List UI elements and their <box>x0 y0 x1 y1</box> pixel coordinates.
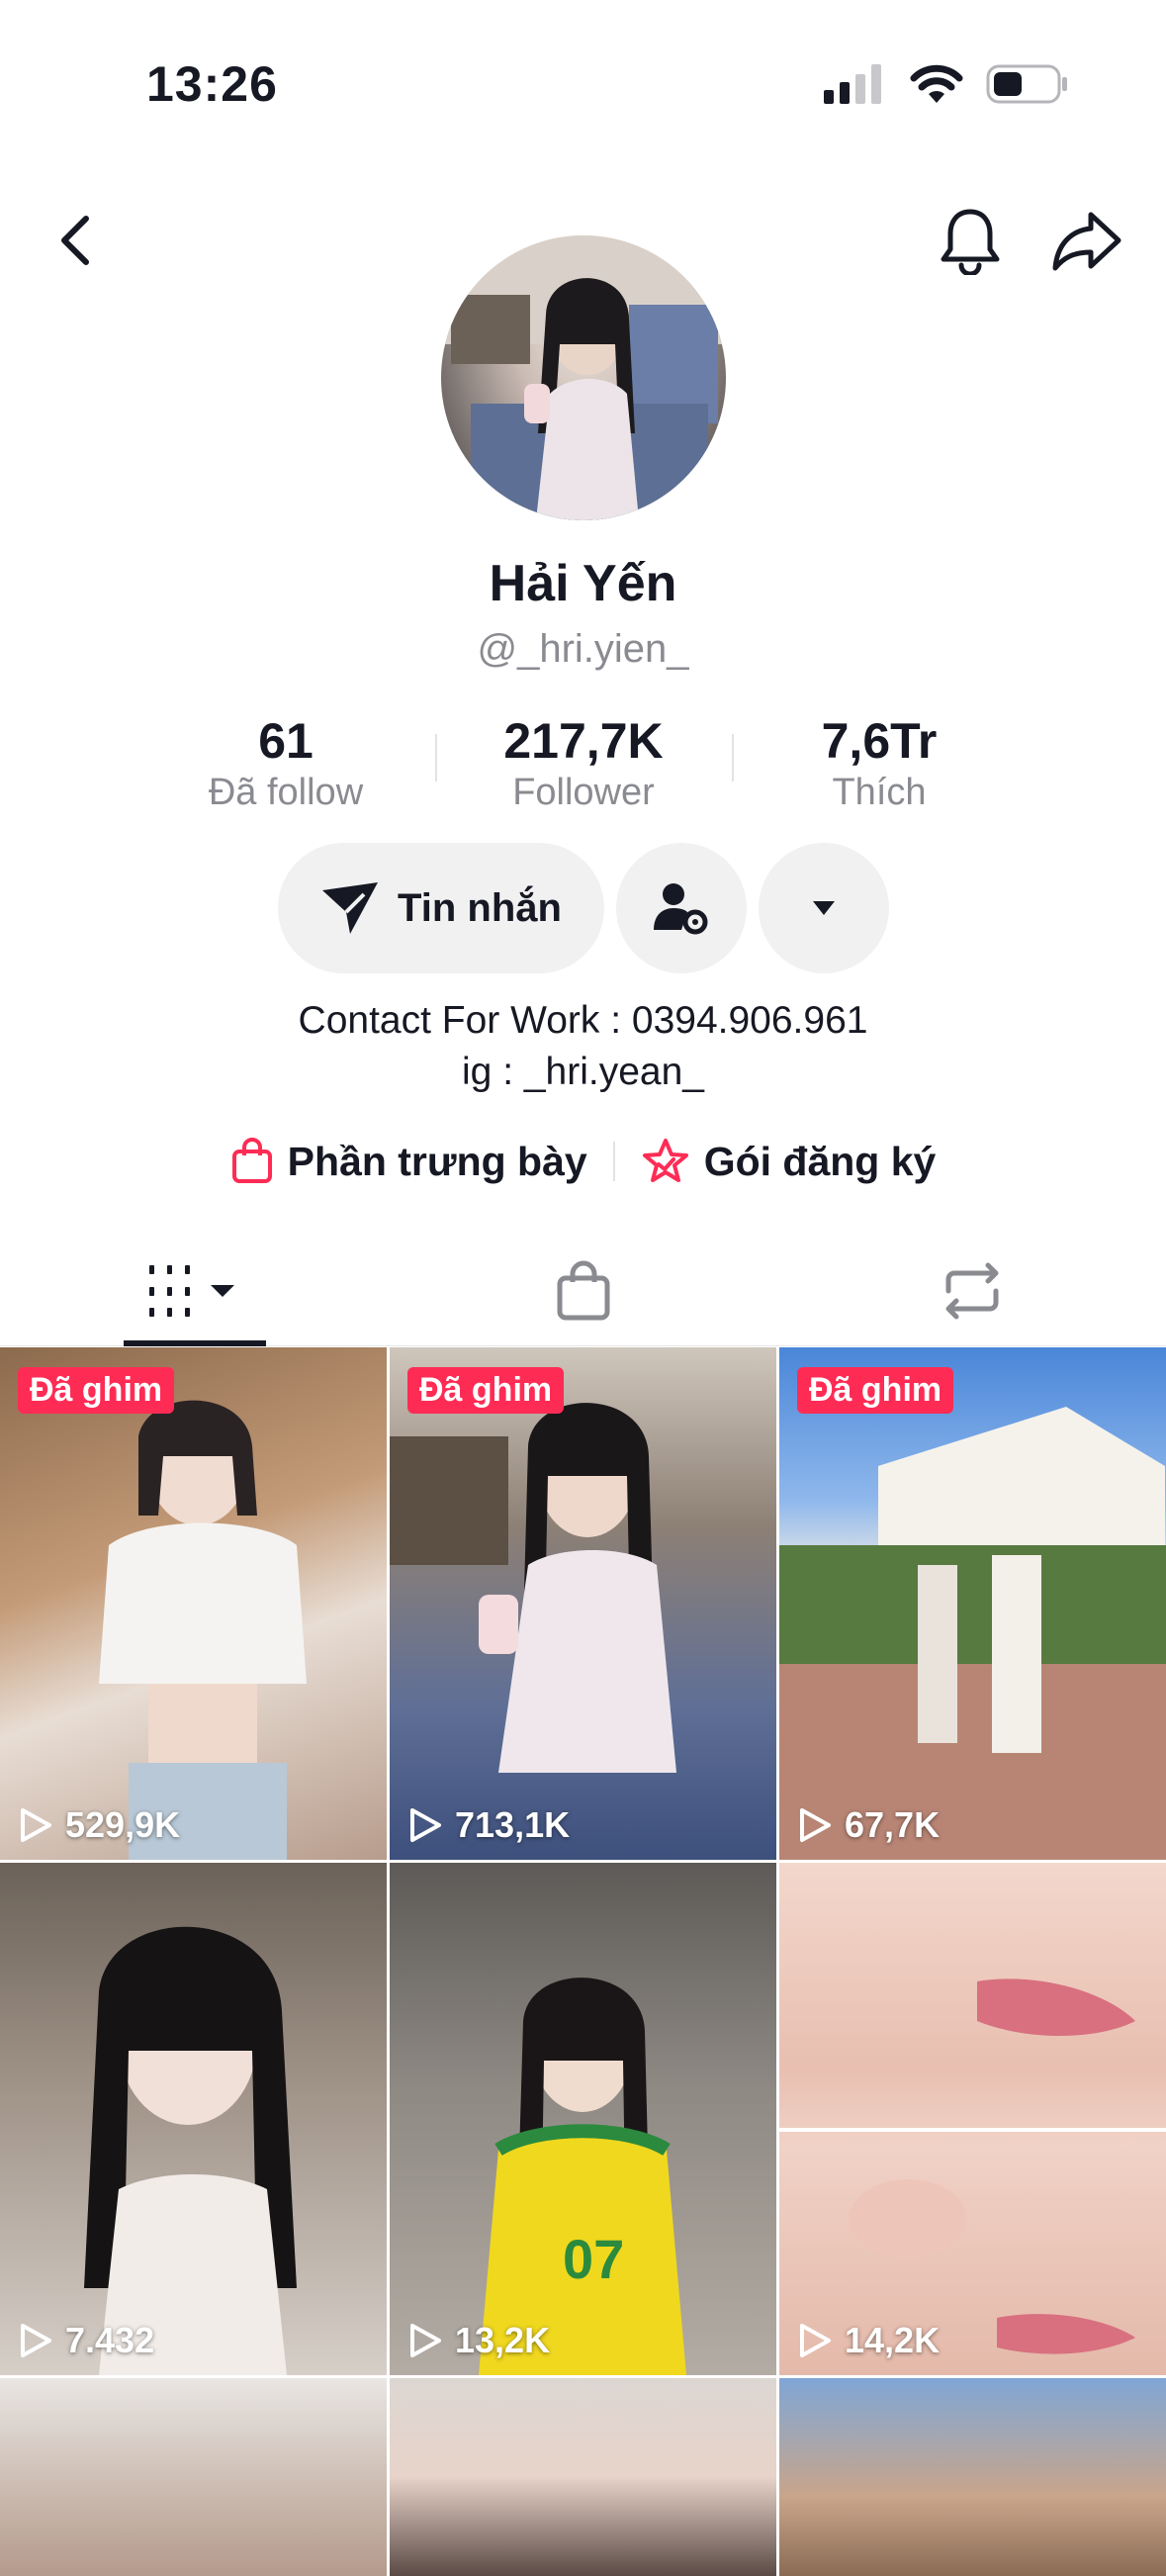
send-icon <box>322 882 379 934</box>
view-count-value: 67,7K <box>845 1804 941 1845</box>
video-preview-image <box>84 1926 297 2375</box>
username: @_hri.yien_ <box>477 627 689 671</box>
share-button[interactable] <box>1042 196 1131 285</box>
user-settings-icon <box>654 883 708 935</box>
status-icons <box>824 63 1069 105</box>
play-icon <box>21 2324 51 2357</box>
video-thumbnail[interactable]: 14,2K <box>779 1863 1166 2375</box>
video-grid-icon <box>148 1265 234 1317</box>
view-count: 713,1K <box>407 1804 570 1846</box>
wifi-icon <box>910 64 963 103</box>
stat-likes[interactable]: 7,6Tr Thích <box>731 712 1028 814</box>
active-tab-indicator <box>123 1340 266 1346</box>
link-divider <box>612 1142 615 1181</box>
subscription-link[interactable]: Gói đăng ký <box>641 1138 937 1185</box>
subscription-label: Gói đăng ký <box>703 1138 937 1184</box>
back-button[interactable] <box>32 196 121 285</box>
pinned-badge: Đã ghim <box>797 1367 954 1414</box>
bell-icon <box>941 209 1000 275</box>
battery-icon <box>986 64 1067 104</box>
pinned-badge: Đã ghim <box>18 1367 175 1414</box>
message-button[interactable]: Tin nhắn <box>278 843 604 973</box>
stat-followers[interactable]: 217,7K Follower <box>435 712 732 814</box>
video-thumbnail[interactable] <box>0 2378 387 2576</box>
view-count: 529,9K <box>18 1804 180 1846</box>
video-preview-image <box>779 1407 1166 1860</box>
video-preview-image <box>779 1978 1166 2354</box>
profile-links: Phần trưng bày Gói đăng ký <box>0 1138 1166 1185</box>
view-count: 67,7K <box>797 1804 940 1846</box>
video-thumbnail[interactable]: 7.432 <box>0 1863 387 2375</box>
tab-videos[interactable] <box>0 1237 389 1346</box>
share-arrow-icon <box>1052 212 1121 271</box>
bio-line-2: ig : _hri.yean_ <box>462 1051 704 1093</box>
play-icon <box>800 1808 831 1842</box>
bio-line-1: Contact For Work : 0394.906.961 <box>298 999 868 1042</box>
pinned-badge: Đã ghim <box>407 1367 565 1414</box>
cellular-signal-icon <box>824 64 881 104</box>
status-time: 13:26 <box>146 56 278 112</box>
video-thumbnail[interactable] <box>390 2378 776 2576</box>
more-options-button[interactable] <box>759 843 889 973</box>
notification-bell-button[interactable] <box>926 196 1015 285</box>
following-count: 61 <box>258 713 314 769</box>
tab-reposts[interactable] <box>777 1237 1166 1345</box>
view-count: 14,2K <box>797 2320 940 2361</box>
view-count: 7.432 <box>18 2320 154 2361</box>
showcase-link[interactable]: Phần trưng bày <box>230 1138 587 1185</box>
video-thumbnail[interactable]: Đã ghim 67,7K <box>779 1347 1166 1860</box>
avatar-photo <box>441 235 726 520</box>
tab-shop[interactable] <box>389 1237 777 1345</box>
view-count: 13,2K <box>407 2320 550 2361</box>
display-name: Hải Yến <box>489 555 677 612</box>
play-icon <box>410 2324 441 2357</box>
view-count-value: 7.432 <box>65 2320 155 2360</box>
following-label: Đã follow <box>208 772 364 813</box>
svg-text:07: 07 <box>563 2228 624 2290</box>
video-thumbnail[interactable]: Đã ghim 713,1K <box>390 1347 776 1860</box>
star-badge-icon <box>642 1139 688 1182</box>
follow-settings-button[interactable] <box>616 843 747 973</box>
content-tabs <box>0 1237 1166 1346</box>
view-count-value: 13,2K <box>455 2320 551 2360</box>
likes-label: Thích <box>832 772 927 813</box>
video-preview-image: 07 <box>479 1978 686 2375</box>
showcase-label: Phần trưng bày <box>287 1138 587 1184</box>
play-icon <box>410 1808 441 1842</box>
video-preview-image <box>99 1400 307 1860</box>
likes-count: 7,6Tr <box>821 713 938 769</box>
followers-label: Follower <box>512 772 655 813</box>
video-thumbnail[interactable] <box>779 2378 1166 2576</box>
message-button-label: Tin nhắn <box>398 885 562 930</box>
video-thumbnail[interactable]: Đã ghim 529,9K <box>0 1347 387 1860</box>
shop-bag-icon <box>557 1260 609 1321</box>
view-count-value: 713,1K <box>455 1804 571 1845</box>
view-count-value: 14,2K <box>845 2320 941 2360</box>
shopping-bag-icon <box>231 1138 272 1183</box>
stat-following[interactable]: 61 Đã follow <box>137 712 434 814</box>
video-grid: Đã ghim 529,9K Đã ghim 713,1K Đã ghim 67… <box>0 1347 1166 2576</box>
play-icon <box>800 2324 831 2357</box>
video-thumbnail[interactable]: 07 13,2K <box>390 1863 776 2375</box>
play-icon <box>21 1808 51 1842</box>
repost-icon <box>945 1262 998 1320</box>
video-preview-image <box>390 1403 676 1773</box>
profile-avatar[interactable] <box>441 235 726 520</box>
chevron-left-icon <box>61 216 89 265</box>
caret-down-icon <box>813 901 835 915</box>
followers-count: 217,7K <box>503 713 664 769</box>
view-count-value: 529,9K <box>65 1804 181 1845</box>
